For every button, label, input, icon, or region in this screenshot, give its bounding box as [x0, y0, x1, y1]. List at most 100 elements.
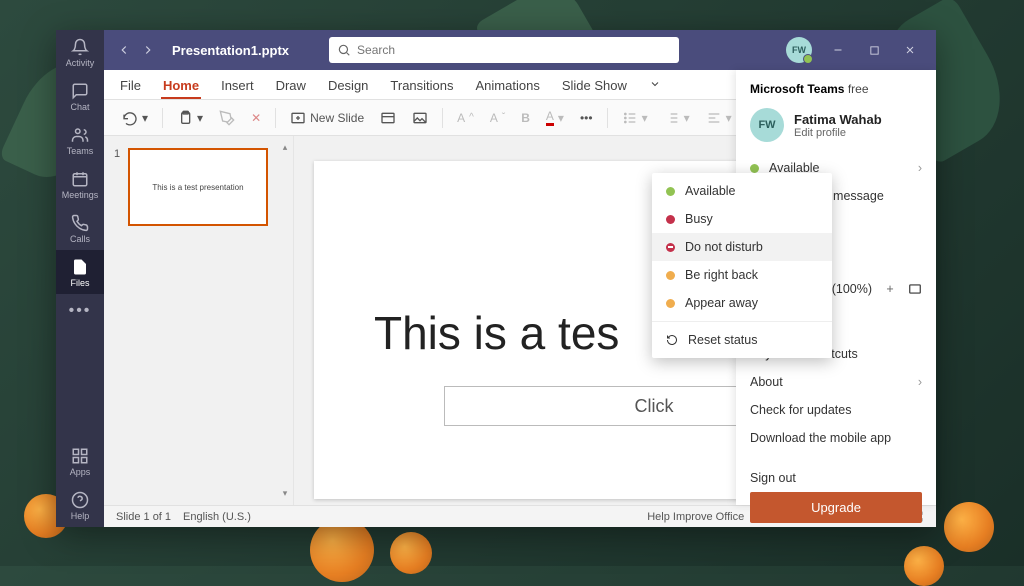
tab-overflow[interactable] — [647, 78, 663, 99]
status-brb[interactable]: Be right back — [652, 261, 832, 289]
status-label: Available — [685, 184, 736, 198]
layout-button[interactable] — [376, 108, 400, 128]
product-name: Microsoft Teams — [750, 82, 844, 96]
rail-help[interactable]: Help — [56, 483, 104, 527]
status-slide: Slide 1 of 1 — [116, 511, 171, 523]
cut-button[interactable]: ✕ — [247, 109, 265, 127]
zoom-value: (100%) — [832, 282, 872, 296]
edit-profile-link[interactable]: Edit profile — [794, 127, 882, 139]
rail-more[interactable]: ••• — [69, 294, 92, 328]
rail-label: Meetings — [62, 190, 99, 200]
teams-icon — [71, 126, 89, 144]
tab-draw[interactable]: Draw — [274, 78, 308, 99]
thumb-text: This is a test presentation — [152, 183, 243, 192]
upgrade-button[interactable]: Upgrade — [750, 492, 922, 523]
updates-row[interactable]: Check for updates — [750, 396, 922, 424]
status-label: Busy — [685, 212, 713, 226]
product-title: Microsoft Teams free — [750, 82, 922, 96]
chat-icon — [71, 82, 89, 100]
avatar: FW — [750, 108, 784, 142]
align-button[interactable]: ▾ — [702, 108, 736, 128]
chevron-down-icon — [649, 78, 661, 90]
tab-transitions[interactable]: Transitions — [388, 78, 455, 99]
status-available[interactable]: Available — [652, 177, 832, 205]
new-slide-icon — [290, 110, 306, 126]
phone-icon — [71, 214, 89, 232]
align-icon — [706, 110, 722, 126]
rail-activity[interactable]: Activity — [56, 30, 104, 74]
font-grow-button[interactable]: A^ — [453, 109, 478, 127]
bullets-button[interactable]: ▾ — [618, 108, 652, 128]
tab-animations[interactable]: Animations — [474, 78, 542, 99]
numbering-button[interactable]: ▾ — [660, 108, 694, 128]
status-help-link[interactable]: Help Improve Office — [647, 511, 744, 523]
zoom-in-button[interactable]: + — [882, 282, 898, 296]
fullscreen-icon[interactable] — [908, 282, 922, 296]
close-button[interactable] — [892, 34, 928, 66]
tab-insert[interactable]: Insert — [219, 78, 256, 99]
status-label: Do not disturb — [685, 240, 763, 254]
paste-button[interactable]: ▾ — [173, 108, 207, 128]
font-color-button[interactable]: A▾ — [542, 107, 568, 128]
mobile-row[interactable]: Download the mobile app — [750, 424, 922, 452]
thumb-scrollbar[interactable]: ▴ ▾ — [279, 142, 291, 499]
undo-icon — [122, 110, 138, 126]
about-row[interactable]: About › — [750, 368, 922, 396]
status-label: Reset status — [688, 333, 757, 347]
row-label: Sign out — [750, 471, 796, 485]
nav-forward-button[interactable] — [136, 38, 160, 62]
file-title: Presentation1.pptx — [172, 43, 289, 58]
picture-icon — [412, 110, 428, 126]
status-language[interactable]: English (U.S.) — [183, 511, 251, 523]
search-icon — [337, 43, 351, 57]
tab-design[interactable]: Design — [326, 78, 370, 99]
rail-label: Help — [71, 511, 90, 521]
rail-label: Teams — [67, 146, 94, 156]
status-busy[interactable]: Busy — [652, 205, 832, 233]
status-dnd[interactable]: Do not disturb — [652, 233, 832, 261]
available-dot-icon — [666, 187, 675, 196]
dnd-dot-icon — [666, 243, 675, 252]
nav-back-button[interactable] — [112, 38, 136, 62]
minimize-button[interactable] — [820, 34, 856, 66]
divider — [652, 321, 832, 322]
rail-teams[interactable]: Teams — [56, 118, 104, 162]
apps-icon — [71, 447, 89, 465]
slide-number: 1 — [114, 148, 120, 160]
app-window: Activity Chat Teams Meetings Calls Files… — [56, 30, 936, 527]
status-reset[interactable]: Reset status — [652, 326, 832, 354]
maximize-button[interactable] — [856, 34, 892, 66]
profile-user: FW Fatima Wahab Edit profile — [750, 108, 922, 142]
tab-slideshow[interactable]: Slide Show — [560, 78, 629, 99]
bold-button[interactable]: B — [517, 109, 534, 127]
rail-meetings[interactable]: Meetings — [56, 162, 104, 206]
search-input[interactable] — [357, 43, 671, 57]
reset-icon — [666, 334, 678, 346]
format-painter-button[interactable] — [215, 108, 239, 128]
slide-thumbnail[interactable]: This is a test presentation — [128, 148, 268, 226]
slide-title-text[interactable]: This is a tes — [374, 306, 619, 360]
rail-chat[interactable]: Chat — [56, 74, 104, 118]
chevron-right-icon: › — [918, 375, 922, 389]
app-rail: Activity Chat Teams Meetings Calls Files… — [56, 30, 104, 527]
new-slide-button[interactable]: New Slide — [286, 108, 368, 128]
rail-calls[interactable]: Calls — [56, 206, 104, 250]
undo-button[interactable]: ▾ — [118, 108, 152, 128]
file-icon — [71, 258, 89, 276]
rail-apps[interactable]: Apps — [56, 439, 104, 483]
picture-button[interactable] — [408, 108, 432, 128]
rail-files[interactable]: Files — [56, 250, 104, 294]
more-font-button[interactable]: ••• — [576, 109, 597, 127]
row-label: About — [750, 375, 783, 389]
rail-label: Activity — [66, 58, 95, 68]
status-away[interactable]: Appear away — [652, 289, 832, 317]
tab-home[interactable]: Home — [161, 78, 201, 99]
font-shrink-button[interactable]: Aˇ — [486, 109, 509, 127]
tab-file[interactable]: File — [118, 78, 143, 99]
numbering-icon — [664, 110, 680, 126]
user-avatar[interactable]: FW — [786, 37, 812, 63]
global-search[interactable] — [329, 37, 679, 63]
row-label: Check for updates — [750, 403, 851, 417]
signout-row[interactable]: Sign out — [750, 464, 922, 492]
titlebar: Presentation1.pptx FW — [104, 30, 936, 70]
